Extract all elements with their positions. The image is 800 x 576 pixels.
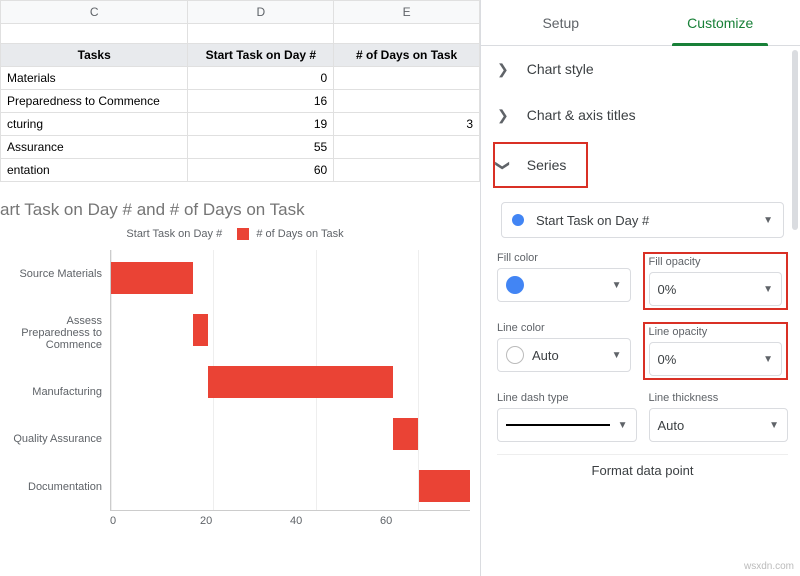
dropdown-arrow-icon: ▼ (612, 280, 622, 291)
header-tasks[interactable]: Tasks (1, 44, 188, 67)
dropdown-arrow-icon: ▼ (763, 215, 773, 226)
legend-swatch-icon (237, 228, 249, 240)
color-swatch-icon (506, 346, 524, 364)
line-dash-select[interactable]: ▼ (497, 408, 637, 442)
header-start[interactable]: Start Task on Day # (188, 44, 334, 67)
scrollbar[interactable] (792, 50, 798, 230)
watermark: wsxdn.com (744, 561, 794, 572)
chart-title: art Task on Day # and # of Days on Task (0, 200, 470, 220)
tab-customize[interactable]: Customize (641, 0, 800, 45)
color-swatch-icon (506, 276, 524, 294)
line-opacity-label: Line opacity (649, 326, 783, 338)
series-selector[interactable]: Start Task on Day # ▼ (501, 202, 784, 238)
series-color-dot-icon (512, 214, 524, 226)
line-color-picker[interactable]: Auto ▼ (497, 338, 631, 372)
col-header-c[interactable]: C (1, 1, 188, 24)
chevron-right-icon: ❯ (497, 61, 509, 78)
chart-legend: Start Task on Day # # of Days on Task (0, 228, 470, 240)
table-row: Preparedness to Commence16 (1, 90, 480, 113)
line-opacity-select[interactable]: 0% ▼ (649, 342, 783, 376)
fill-color-picker[interactable]: ▼ (497, 268, 631, 302)
section-series[interactable]: ❯ Series (497, 144, 566, 186)
line-dash-label: Line dash type (497, 392, 637, 404)
dropdown-arrow-icon: ▼ (618, 420, 628, 431)
table-row: Materials0 (1, 67, 480, 90)
table-row: entation60 (1, 159, 480, 182)
fill-opacity-select[interactable]: 0% ▼ (649, 272, 783, 306)
fill-color-label: Fill color (497, 252, 631, 264)
chart[interactable]: art Task on Day # and # of Days on Task … (0, 182, 480, 527)
header-days[interactable]: # of Days on Task (334, 44, 480, 67)
section-chart-style[interactable]: ❯ Chart style (497, 46, 788, 92)
plot-area (110, 250, 470, 510)
dropdown-arrow-icon: ▼ (763, 284, 773, 295)
col-header-d[interactable]: D (188, 1, 334, 24)
table-row: cturing193 (1, 113, 480, 136)
y-axis-labels: Source Materials Assess Preparedness to … (0, 250, 110, 510)
format-data-point[interactable]: Format data point (497, 454, 788, 486)
chart-editor-panel: Setup Customize ❯ Chart style ❯ Chart & … (480, 0, 800, 576)
line-thickness-select[interactable]: Auto ▼ (649, 408, 789, 442)
dropdown-arrow-icon: ▼ (769, 420, 779, 431)
dropdown-arrow-icon: ▼ (612, 350, 622, 361)
table-row: Assurance55 (1, 136, 480, 159)
dropdown-arrow-icon: ▼ (763, 354, 773, 365)
tab-setup[interactable]: Setup (481, 0, 641, 45)
line-dash-preview-icon (506, 424, 610, 426)
fill-opacity-label: Fill opacity (649, 256, 783, 268)
chevron-down-icon: ❯ (494, 159, 511, 171)
col-header-e[interactable]: E (334, 1, 480, 24)
spreadsheet-grid[interactable]: C D E Tasks Start Task on Day # # of Day… (0, 0, 480, 182)
line-color-label: Line color (497, 322, 631, 334)
line-thickness-label: Line thickness (649, 392, 789, 404)
chevron-right-icon: ❯ (497, 107, 509, 124)
section-chart-axis-titles[interactable]: ❯ Chart & axis titles (497, 92, 788, 138)
x-axis-labels: 0 20 40 60 (110, 510, 470, 527)
